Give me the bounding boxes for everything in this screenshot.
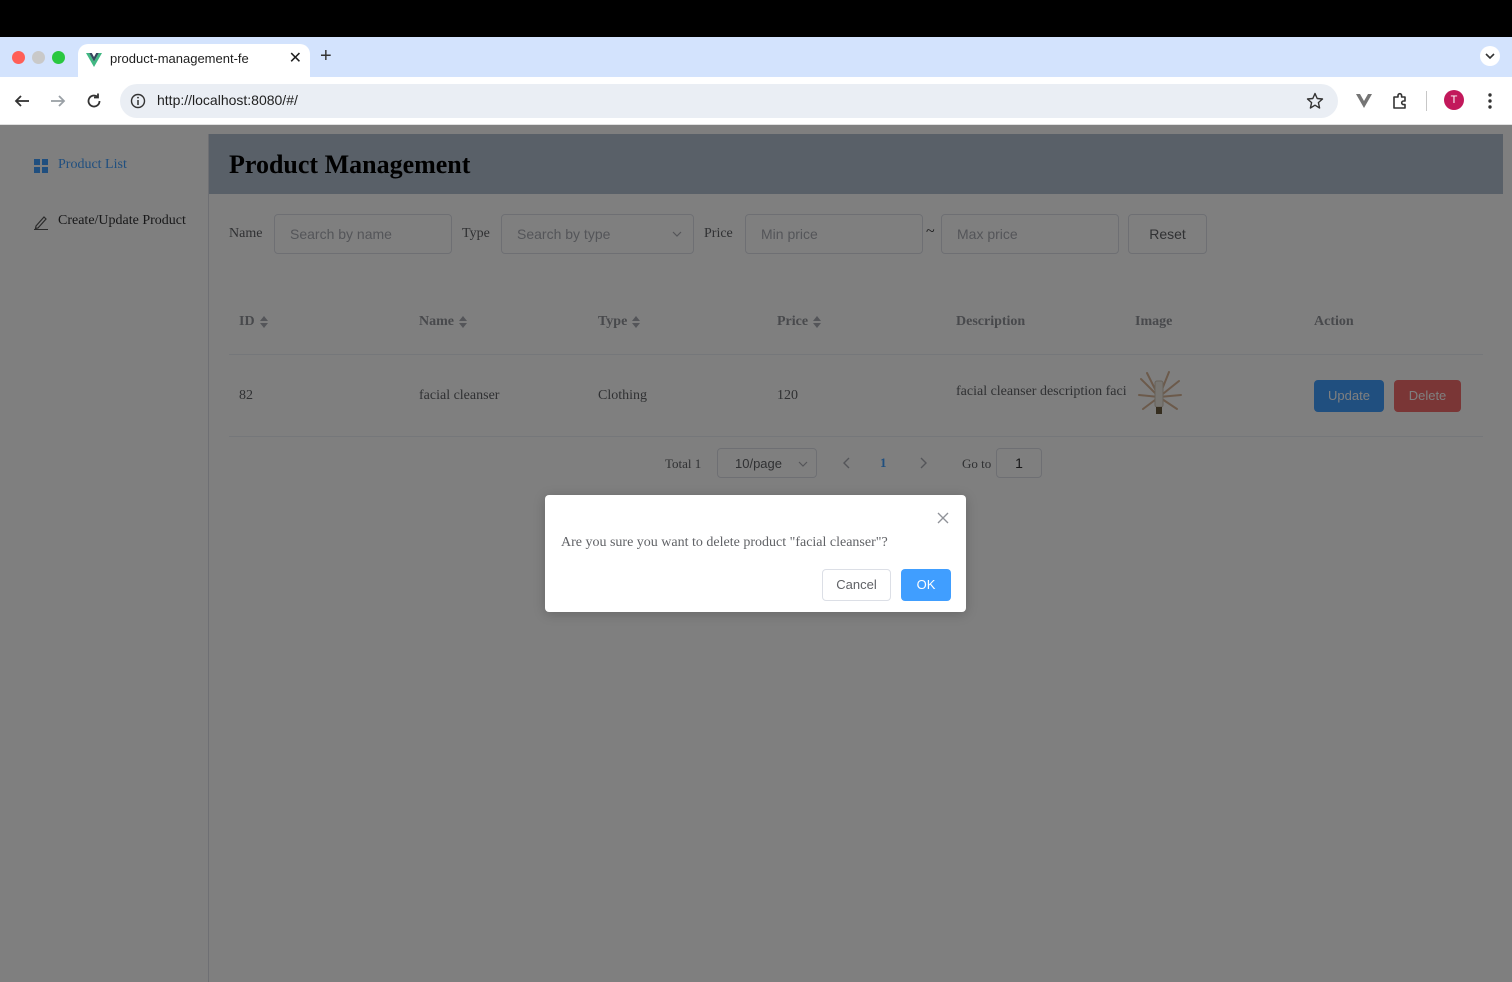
delete-confirm-dialog: Are you sure you want to delete product … bbox=[545, 495, 966, 612]
browser-tab[interactable]: product-management-fe ✕ bbox=[78, 44, 310, 77]
window-close-button[interactable] bbox=[12, 51, 25, 64]
url-text: http://localhost:8080/#/ bbox=[157, 92, 298, 108]
toolbar-divider bbox=[1426, 91, 1427, 111]
window-minimize-button[interactable] bbox=[32, 51, 45, 64]
tab-title: product-management-fe bbox=[110, 51, 249, 66]
tab-close-icon[interactable]: ✕ bbox=[289, 50, 302, 68]
tab-search-button[interactable] bbox=[1480, 46, 1500, 66]
cancel-button[interactable]: Cancel bbox=[822, 569, 891, 601]
chevron-down-icon bbox=[1485, 53, 1495, 60]
profile-avatar[interactable]: T bbox=[1444, 90, 1464, 110]
new-tab-icon[interactable]: + bbox=[320, 46, 332, 66]
forward-arrow-icon[interactable] bbox=[48, 91, 68, 111]
bookmark-star-icon[interactable] bbox=[1306, 92, 1324, 110]
system-top-bar bbox=[0, 0, 1512, 37]
dialog-message: Are you sure you want to delete product … bbox=[561, 535, 888, 550]
browser-toolbar: http://localhost:8080/#/ T bbox=[0, 77, 1512, 125]
address-bar[interactable]: http://localhost:8080/#/ bbox=[120, 84, 1338, 118]
browser-tab-strip: product-management-fe ✕ + bbox=[0, 37, 1512, 77]
reload-icon[interactable] bbox=[84, 91, 104, 111]
vue-devtools-icon[interactable] bbox=[1354, 91, 1374, 111]
back-arrow-icon[interactable] bbox=[12, 91, 32, 111]
site-info-icon[interactable] bbox=[130, 93, 146, 109]
window-maximize-button[interactable] bbox=[52, 51, 65, 64]
extensions-puzzle-icon[interactable] bbox=[1390, 91, 1410, 111]
ok-button[interactable]: OK bbox=[901, 569, 951, 601]
more-menu-icon[interactable] bbox=[1480, 91, 1500, 111]
close-icon[interactable] bbox=[936, 511, 950, 525]
vue-logo-icon bbox=[86, 53, 102, 67]
